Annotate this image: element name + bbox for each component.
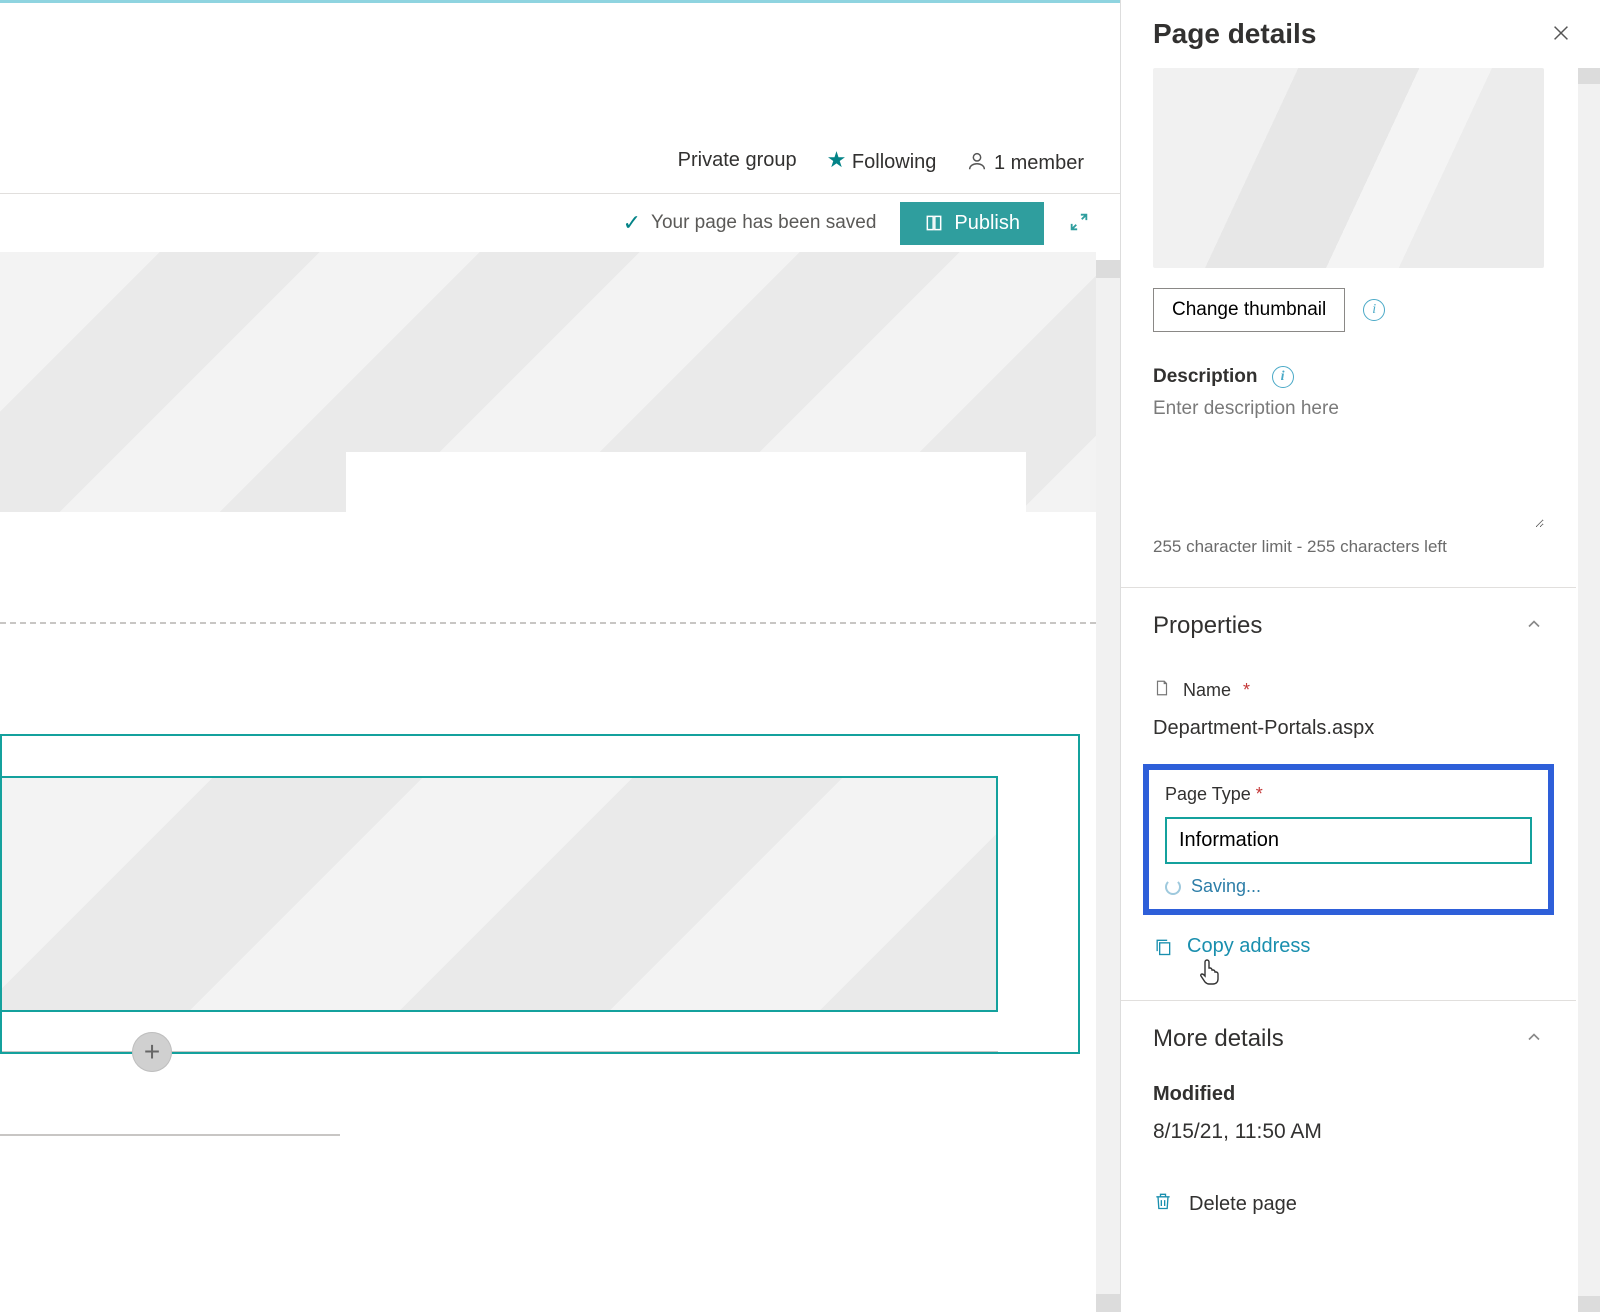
- name-value: Department-Portals.aspx: [1153, 717, 1544, 740]
- page-canvas[interactable]: +: [0, 252, 1120, 1312]
- description-char-count: 255 character limit - 255 characters lef…: [1153, 537, 1544, 557]
- book-icon: [924, 213, 944, 233]
- modified-value: 8/15/21, 11:50 AM: [1153, 1120, 1544, 1144]
- saving-status: Saving...: [1165, 876, 1532, 897]
- canvas-scrollbar[interactable]: [1096, 260, 1120, 1312]
- members-count[interactable]: 1 member: [966, 147, 1084, 175]
- thumbnail-preview: [1153, 68, 1544, 268]
- copy-icon: [1153, 936, 1173, 958]
- more-details-section-header[interactable]: More details: [1153, 1025, 1544, 1053]
- title-card[interactable]: [346, 452, 1026, 522]
- main-canvas: Private group ★ Following 1 member ✓ You…: [0, 0, 1120, 1312]
- following-label: Following: [852, 151, 936, 173]
- info-icon[interactable]: i: [1363, 299, 1385, 321]
- site-header: Private group ★ Following 1 member: [0, 138, 1120, 194]
- panel-scrollbar[interactable]: [1578, 68, 1600, 1312]
- name-label: Name: [1183, 680, 1231, 701]
- panel-title: Page details: [1153, 18, 1316, 50]
- close-panel-button[interactable]: [1550, 22, 1572, 47]
- chevron-up-icon: [1524, 614, 1544, 639]
- page-type-label-row: Page Type *: [1165, 784, 1532, 805]
- page-type-field-highlight: Page Type * Saving...: [1143, 764, 1554, 915]
- person-icon: [966, 152, 994, 174]
- saved-message: Your page has been saved: [651, 212, 876, 234]
- document-icon: [1153, 678, 1171, 703]
- saving-label: Saving...: [1191, 876, 1261, 897]
- saved-status: ✓ Your page has been saved: [623, 210, 877, 236]
- add-section-button[interactable]: +: [132, 1032, 172, 1072]
- expand-icon: [1068, 211, 1090, 233]
- check-icon: ✓: [623, 210, 641, 236]
- properties-heading: Properties: [1153, 612, 1262, 640]
- more-details-heading: More details: [1153, 1025, 1284, 1053]
- modified-label: Modified: [1153, 1083, 1544, 1106]
- name-field-label: Name *: [1153, 678, 1544, 703]
- copy-address-link[interactable]: Copy address: [1153, 935, 1544, 958]
- publish-label: Publish: [954, 212, 1020, 235]
- action-bar: ✓ Your page has been saved Publish: [0, 194, 1120, 252]
- publish-button[interactable]: Publish: [900, 202, 1044, 245]
- section-divider: [0, 622, 1096, 624]
- page-type-input[interactable]: [1165, 817, 1532, 864]
- group-visibility: Private group: [678, 149, 797, 172]
- hero-background: [0, 252, 1096, 512]
- footer-divider: [0, 1134, 340, 1136]
- spinner-icon: [1165, 879, 1181, 895]
- star-icon: ★: [827, 147, 847, 172]
- expand-button[interactable]: [1068, 211, 1090, 236]
- description-input[interactable]: [1153, 388, 1544, 528]
- properties-section-header[interactable]: Properties: [1153, 612, 1544, 640]
- members-label: 1 member: [994, 152, 1084, 174]
- following-toggle[interactable]: ★ Following: [827, 148, 937, 174]
- delete-page-button[interactable]: Delete page: [1153, 1190, 1544, 1218]
- change-thumbnail-button[interactable]: Change thumbnail: [1153, 288, 1345, 332]
- page-details-panel: Page details Change thumbnail i Descript…: [1120, 0, 1600, 1312]
- delete-page-label: Delete page: [1189, 1193, 1297, 1216]
- selected-webpart[interactable]: +: [0, 734, 1080, 1054]
- description-label: Description: [1153, 366, 1258, 388]
- description-label-row: Description i: [1153, 366, 1544, 388]
- close-icon: [1550, 22, 1572, 44]
- webpart-inner[interactable]: [2, 776, 998, 1012]
- cursor-icon: [1197, 957, 1221, 991]
- page-type-label: Page Type: [1165, 784, 1251, 804]
- info-icon[interactable]: i: [1272, 366, 1294, 388]
- chevron-up-icon: [1524, 1027, 1544, 1052]
- copy-address-label: Copy address: [1187, 935, 1310, 958]
- trash-icon: [1153, 1190, 1173, 1218]
